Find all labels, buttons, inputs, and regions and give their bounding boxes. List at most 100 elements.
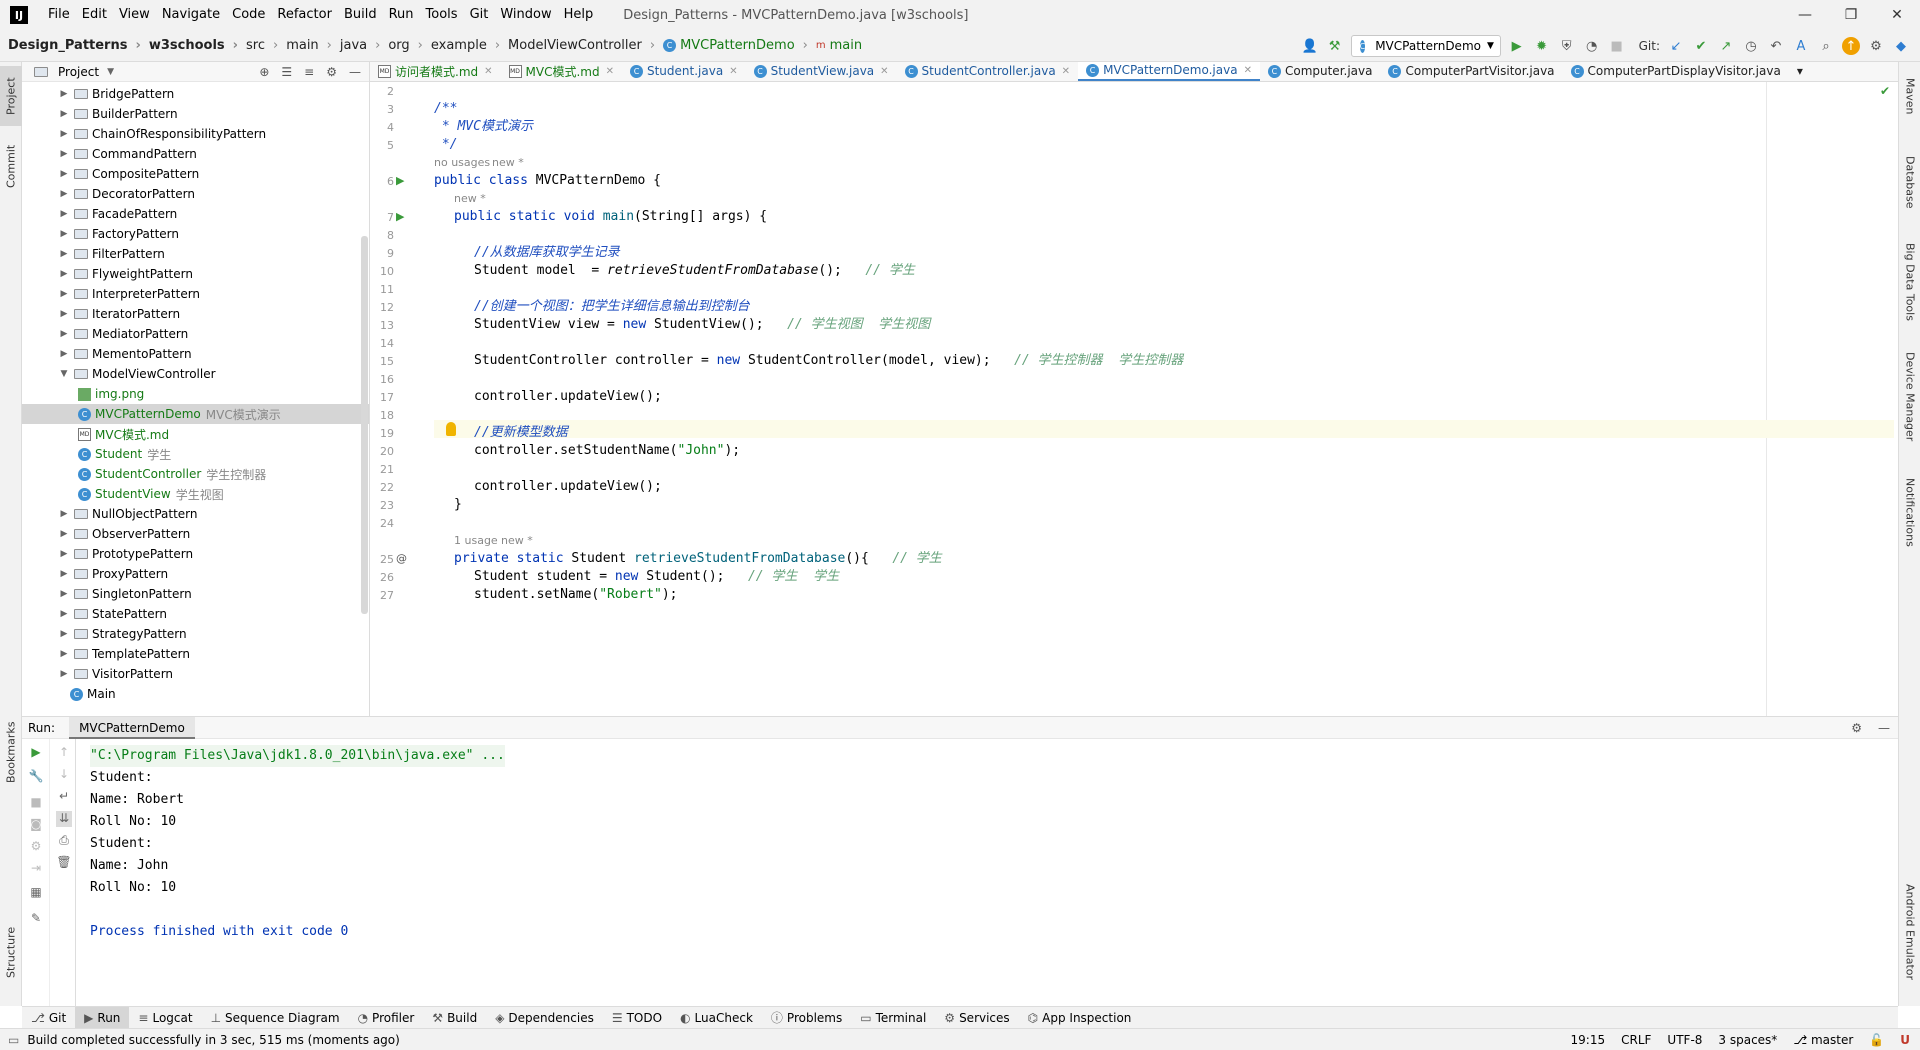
tree-item[interactable]: ▶ FlyweightPattern bbox=[22, 264, 369, 284]
chevron-right-icon[interactable]: ▶ bbox=[58, 569, 70, 579]
menu-run[interactable]: Run bbox=[383, 0, 420, 30]
breadcrumb-example[interactable]: example › bbox=[423, 38, 500, 53]
profiler-icon[interactable]: ◔ bbox=[1583, 37, 1601, 55]
stop-icon[interactable]: ■ bbox=[1608, 37, 1626, 55]
update-icon[interactable]: ↑ bbox=[1842, 37, 1860, 55]
editor-tab[interactable]: C Computer.java bbox=[1260, 62, 1381, 81]
menu-view[interactable]: View bbox=[113, 0, 156, 30]
chevron-right-icon[interactable]: ▶ bbox=[58, 669, 70, 679]
hide-icon[interactable]: — bbox=[1878, 721, 1890, 735]
tool-window-sequence-diagram[interactable]: ⊥ Sequence Diagram bbox=[202, 1007, 349, 1029]
tool-window-services[interactable]: ⚙ Services bbox=[935, 1007, 1018, 1029]
tree-scrollbar[interactable] bbox=[361, 236, 368, 614]
project-title[interactable]: Project bbox=[58, 65, 99, 79]
close-icon[interactable]: ✕ bbox=[1874, 0, 1920, 30]
tool-window-app-inspection[interactable]: ⌬ App Inspection bbox=[1019, 1007, 1141, 1029]
jetbrains-toolbox-icon[interactable]: U bbox=[1900, 1033, 1910, 1047]
lightbulb-icon[interactable] bbox=[446, 422, 456, 436]
editor-tab[interactable]: C StudentView.java ✕ bbox=[746, 62, 897, 81]
chevron-down-icon[interactable]: ▼ bbox=[107, 67, 114, 77]
git-commit-icon[interactable]: ✔ bbox=[1692, 37, 1710, 55]
trash-icon[interactable]: 🗑 bbox=[56, 855, 72, 871]
stop-icon[interactable]: ■ bbox=[28, 795, 44, 811]
layout-icon[interactable]: ▭ bbox=[8, 1033, 19, 1047]
lock-icon[interactable]: 🔓 bbox=[1869, 1033, 1884, 1047]
maximize-icon[interactable]: ❐ bbox=[1828, 0, 1874, 30]
arrow-up-icon[interactable]: ↑ bbox=[56, 745, 72, 761]
editor-tab[interactable]: MD MVC模式.md ✕ bbox=[501, 62, 622, 81]
chevron-right-icon[interactable]: ▶ bbox=[58, 189, 70, 199]
tree-item[interactable]: ▶ FacadePattern bbox=[22, 204, 369, 224]
tree-item[interactable]: ▶ VisitorPattern bbox=[22, 664, 369, 684]
menu-code[interactable]: Code bbox=[226, 0, 271, 30]
chevron-right-icon[interactable]: ▶ bbox=[58, 149, 70, 159]
settings-gear-icon[interactable]: ⚙ bbox=[1851, 721, 1862, 735]
code-area[interactable]: 2 3 4 5 6 7 8 9 10 11 12 13 14 15 16 17 18 19 20 21 22 23 24 25… bbox=[370, 82, 1898, 716]
breadcrumb-java[interactable]: java › bbox=[332, 38, 380, 53]
menu-file[interactable]: File bbox=[42, 0, 76, 30]
tree-item[interactable]: ▶ CommandPattern bbox=[22, 144, 369, 164]
status-message[interactable]: Build completed successfully in 3 sec, 5… bbox=[27, 1033, 399, 1047]
stripe-android-emulator-tab[interactable]: Android Emulator bbox=[1899, 872, 1920, 992]
inlay-hint[interactable]: no usages bbox=[434, 154, 490, 172]
search-icon[interactable]: ⌕ bbox=[1817, 37, 1835, 55]
inlay-hint[interactable]: new * bbox=[501, 532, 533, 550]
camera-icon[interactable]: ◙ bbox=[28, 817, 44, 833]
editor-tab[interactable]: MD 访问者模式.md ✕ bbox=[370, 62, 501, 81]
tree-item[interactable]: ▶ NullObjectPattern bbox=[22, 504, 369, 524]
stripe-notifications-tab[interactable]: Notifications bbox=[1899, 462, 1920, 562]
pin-icon[interactable]: ✎ bbox=[28, 911, 44, 927]
soft-wrap-icon[interactable]: ↵ bbox=[56, 789, 72, 805]
close-tab-icon[interactable]: ✕ bbox=[880, 66, 888, 77]
stripe-bookmarks-tab[interactable]: Bookmarks bbox=[0, 712, 22, 792]
tree-item[interactable]: ▶ StatePattern bbox=[22, 604, 369, 624]
debug-icon[interactable]: ✹ bbox=[1533, 37, 1551, 55]
breadcrumb-org[interactable]: org › bbox=[380, 38, 423, 53]
editor-tab[interactable]: C MVCPatternDemo.java ✕ bbox=[1078, 62, 1260, 81]
menu-navigate[interactable]: Navigate bbox=[156, 0, 226, 30]
tree-item[interactable]: ▶ MediatorPattern bbox=[22, 324, 369, 344]
chevron-right-icon[interactable]: ▶ bbox=[58, 249, 70, 259]
coverage-icon[interactable]: ⛨ bbox=[1558, 37, 1576, 55]
more-tabs-icon[interactable]: ▾ bbox=[1789, 62, 1811, 81]
hide-icon[interactable]: — bbox=[349, 65, 361, 79]
tree-item[interactable]: ▶ ObserverPattern bbox=[22, 524, 369, 544]
collapse-all-icon[interactable]: ≡ bbox=[304, 65, 314, 79]
tree-item[interactable]: ▶ PrototypePattern bbox=[22, 544, 369, 564]
tree-item[interactable]: ▶ CompositePattern bbox=[22, 164, 369, 184]
stripe-device-manager-tab[interactable]: Device Manager bbox=[1899, 347, 1920, 447]
tree-item[interactable]: C MVCPatternDemo MVC模式演示 bbox=[22, 404, 369, 424]
tree-item[interactable]: ▶ MementoPattern bbox=[22, 344, 369, 364]
layout-icon[interactable]: ▦ bbox=[28, 885, 44, 901]
run-configuration-select[interactable]: C MVCPatternDemo ▼ bbox=[1350, 35, 1501, 57]
chevron-right-icon[interactable]: ▶ bbox=[58, 309, 70, 319]
tree-item[interactable]: ▼ ModelViewController bbox=[22, 364, 369, 384]
user-icon[interactable]: 👤 bbox=[1301, 37, 1319, 55]
tool-window-dependencies[interactable]: ◈ Dependencies bbox=[486, 1007, 603, 1029]
inlay-hint[interactable]: 1 usage bbox=[454, 532, 498, 550]
tree-item[interactable]: MD MVC模式.md bbox=[22, 424, 369, 444]
chevron-right-icon[interactable]: ▶ bbox=[58, 229, 70, 239]
translate-icon[interactable]: A bbox=[1792, 37, 1810, 55]
breadcrumb-module[interactable]: w3schools › bbox=[141, 38, 238, 53]
tree-item[interactable]: ▶ DecoratorPattern bbox=[22, 184, 369, 204]
breadcrumb-src[interactable]: src › bbox=[238, 38, 278, 53]
editor-tab[interactable]: C Student.java ✕ bbox=[622, 62, 746, 81]
console-output[interactable]: "C:\Program Files\Java\jdk1.8.0_201\bin\… bbox=[90, 745, 505, 943]
chevron-right-icon[interactable]: ▶ bbox=[58, 89, 70, 99]
tree-item[interactable]: ▶ ChainOfResponsibilityPattern bbox=[22, 124, 369, 144]
chevron-right-icon[interactable]: ▶ bbox=[58, 649, 70, 659]
close-tab-icon[interactable]: ✕ bbox=[484, 66, 492, 77]
chevron-right-icon[interactable]: ▶ bbox=[58, 169, 70, 179]
menu-refactor[interactable]: Refactor bbox=[271, 0, 338, 30]
run-config-tab[interactable]: MVCPatternDemo bbox=[69, 716, 195, 739]
menu-tools[interactable]: Tools bbox=[420, 0, 464, 30]
editor-tab[interactable]: C ComputerPartDisplayVisitor.java bbox=[1563, 62, 1789, 81]
file-encoding[interactable]: UTF-8 bbox=[1667, 1033, 1702, 1047]
stripe-structure-tab[interactable]: Structure bbox=[0, 912, 22, 992]
tree-item[interactable]: ▶ SingletonPattern bbox=[22, 584, 369, 604]
run-gutter-icon[interactable]: ▶ bbox=[396, 174, 404, 187]
history-icon[interactable]: ◷ bbox=[1742, 37, 1760, 55]
menu-help[interactable]: Help bbox=[558, 0, 600, 30]
inlay-hint[interactable]: new * bbox=[454, 190, 486, 208]
